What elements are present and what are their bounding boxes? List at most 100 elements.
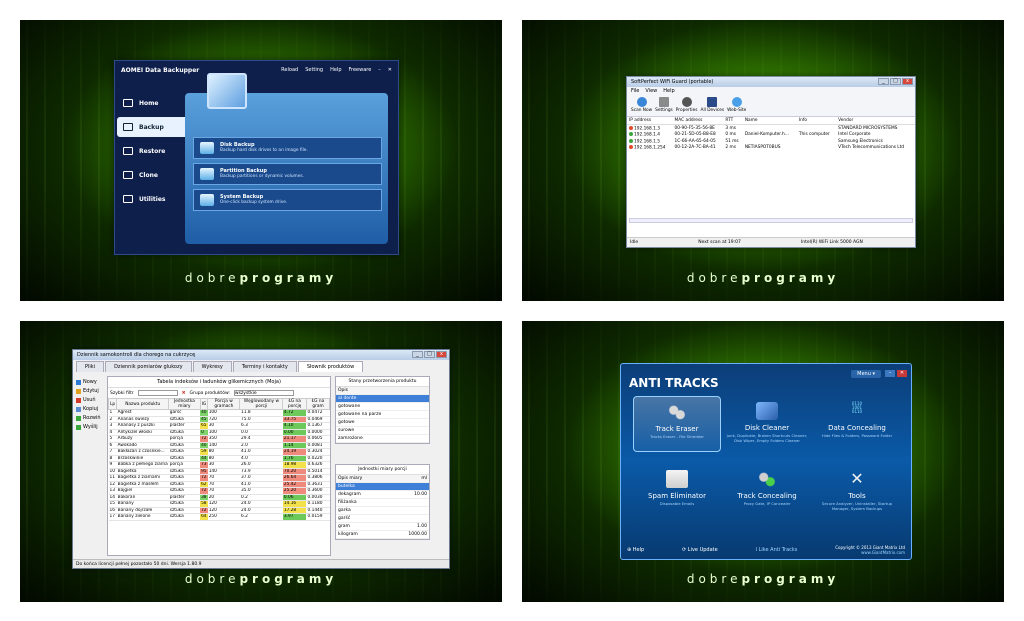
- list-item[interactable]: gotowane na parze: [336, 411, 429, 419]
- tile-track-concealing[interactable]: Track Concealing Proxy Gate, IP Concealer: [723, 470, 811, 506]
- tab-dziennik[interactable]: Dziennik pomiarów glukozy: [105, 361, 192, 372]
- help-button[interactable]: Help: [330, 67, 341, 73]
- list-item[interactable]: al dente: [336, 395, 429, 403]
- tile-spam-eliminator[interactable]: Spam Eliminator Disposable Emails: [633, 470, 721, 506]
- footer: ⊕ Help ⟳ Live Update I Like Anti Tracks …: [627, 545, 905, 555]
- minimize-button[interactable]: _: [878, 78, 889, 85]
- wrench-icon: ✕: [850, 469, 864, 488]
- menu-button[interactable]: Menu ▾: [851, 370, 881, 378]
- expand-button[interactable]: Rozwiń: [76, 415, 106, 421]
- new-button[interactable]: Nowy: [76, 379, 106, 385]
- like-link[interactable]: I Like Anti Tracks: [756, 547, 798, 553]
- send-icon: [76, 424, 81, 430]
- delete-icon: [76, 397, 81, 403]
- tab-strip: Pliki Dziennik pomiarów glukozy Wykresy …: [73, 360, 449, 372]
- close-button[interactable]: ✕: [897, 370, 907, 377]
- nav-restore[interactable]: Restore: [123, 147, 165, 155]
- device-row[interactable]: 192.168.1.3 00-90-F5-35-56-8E 3 ms STANDARD…: [627, 125, 915, 132]
- right-panels: Stany przetworzenia produktu Opis al den…: [335, 376, 430, 544]
- live-update-link[interactable]: ⟳ Live Update: [682, 547, 718, 553]
- disk-backup-option[interactable]: Disk Backup Backup hard disk drives to an…: [193, 137, 382, 159]
- send-button[interactable]: Wyślij: [76, 424, 106, 430]
- quick-filter-input[interactable]: [137, 390, 178, 396]
- website-button[interactable]: Web-Site: [727, 97, 746, 114]
- nav-utilities[interactable]: Utilities: [123, 195, 165, 203]
- list-item[interactable]: zamrożone: [336, 435, 429, 443]
- system-icon: [200, 194, 214, 206]
- list-item[interactable]: gotowane: [336, 403, 429, 411]
- close-button[interactable]: x: [902, 78, 913, 85]
- help-link[interactable]: ⊕ Help: [627, 547, 644, 553]
- aomei-toolbar: Reload Setting Help Freeware – ✕: [281, 67, 392, 73]
- backup-content: Disk Backup Backup hard disk drives to an…: [185, 73, 388, 244]
- minimize-button[interactable]: _: [412, 351, 423, 358]
- panel-glucose-diary: Dziennik samokontroli dla chorego na cuk…: [20, 321, 502, 602]
- edit-button[interactable]: Edytuj: [76, 388, 106, 394]
- panel-wifi-guard: SoftPerfect WiFi Guard (portable) _ □ x Fi…: [522, 20, 1004, 301]
- clone-icon: [123, 171, 133, 179]
- list-item[interactable]: garka: [336, 507, 429, 515]
- horizontal-scrollbar[interactable]: [629, 218, 913, 223]
- maximize-button[interactable]: □: [424, 351, 435, 358]
- list-item[interactable]: gram 1.00: [336, 523, 429, 531]
- wifi-guard-window: SoftPerfect WiFi Guard (portable) _ □ x Fi…: [626, 76, 916, 248]
- freeware-button[interactable]: Freeware: [349, 67, 372, 73]
- brand-logo: dobreprogramy: [184, 572, 338, 586]
- close-button[interactable]: ✕: [388, 67, 392, 73]
- close-button[interactable]: x: [436, 351, 447, 358]
- clear-filter-icon[interactable]: ✖: [182, 391, 186, 396]
- table-row[interactable]: 17 Banany zielone sztuka 64 250 6.2 3.97 0.0159: [108, 513, 330, 521]
- nav-home[interactable]: Home: [123, 99, 158, 107]
- delete-button[interactable]: Usuń: [76, 397, 106, 403]
- panel-aomei: AOMEI Data Backupper Reload Setting Help…: [20, 20, 502, 301]
- menu-file[interactable]: File: [631, 88, 639, 94]
- settings-button[interactable]: Settings: [655, 97, 673, 114]
- system-backup-option[interactable]: System Backup One-click backup system dri…: [193, 189, 382, 211]
- properties-icon: [681, 97, 692, 107]
- maximize-button[interactable]: □: [890, 78, 901, 85]
- all-devices-button[interactable]: All Devices: [701, 97, 724, 114]
- menu-view[interactable]: View: [645, 88, 657, 94]
- list-item[interactable]: kilogram 1000.00: [336, 531, 429, 539]
- prep-states-box: Stany przetworzenia produktu Opis al den…: [335, 376, 430, 444]
- scan-now-button[interactable]: Scan Now: [631, 97, 652, 114]
- screenshot-collage: AOMEI Data Backupper Reload Setting Help…: [0, 0, 1024, 621]
- reload-button[interactable]: Reload: [281, 67, 298, 73]
- tab-pliki[interactable]: Pliki: [76, 361, 105, 372]
- list-item[interactable]: gotowe: [336, 419, 429, 427]
- aomei-window: AOMEI Data Backupper Reload Setting Help…: [114, 60, 399, 255]
- list-item[interactable]: filiżanka: [336, 499, 429, 507]
- tab-wykresy[interactable]: Wykresy: [192, 361, 232, 372]
- brand-logo: dobreprogramy: [686, 271, 840, 285]
- nav-backup[interactable]: Backup: [117, 117, 185, 137]
- gi-table-panel: Tabela indeksów i ładunków glikemicznych…: [107, 376, 331, 556]
- tab-slownik[interactable]: Słownik produktów: [297, 361, 364, 372]
- tile-tools[interactable]: ✕ Tools Secure Analyzer, Uninstaller, Sta…: [813, 469, 901, 512]
- tab-terminy[interactable]: Terminy i kontakty: [232, 361, 297, 372]
- setting-button[interactable]: Setting: [305, 67, 323, 73]
- list-item[interactable]: butelka: [336, 483, 429, 491]
- group-select[interactable]: wszystkie: [233, 390, 294, 396]
- minimize-button[interactable]: –: [885, 370, 895, 377]
- nav-clone[interactable]: Clone: [123, 171, 158, 179]
- home-icon: [123, 99, 133, 107]
- diary-window: Dziennik samokontroli dla chorego na cuk…: [72, 349, 450, 569]
- tile-track-eraser[interactable]: Track Eraser Tracks Eraser - File Shredde…: [633, 396, 721, 452]
- tile-data-concealing[interactable]: 0110 1001 0110 Data Concealing Hide Files &…: [813, 401, 901, 439]
- list-item[interactable]: garść: [336, 515, 429, 523]
- utilities-icon: [123, 195, 133, 203]
- binary-icon: 0110 1001 0110: [851, 401, 863, 414]
- menu-bar: File View Help: [627, 87, 915, 95]
- properties-button[interactable]: Properties: [676, 97, 698, 114]
- tile-disk-cleaner[interactable]: Disk Cleaner Junk, Duplicate, Broken Shor…: [723, 402, 811, 443]
- pencil-icon: [76, 388, 81, 394]
- menu-help[interactable]: Help: [663, 88, 674, 94]
- list-item[interactable]: surowe: [336, 427, 429, 435]
- site-link[interactable]: www.GiantMatrix.com: [861, 550, 905, 555]
- partition-backup-option[interactable]: Partition Backup Backup partitions or dyn…: [193, 163, 382, 185]
- list-item[interactable]: dekagram 10.00: [336, 491, 429, 499]
- brand-logo: dobreprogramy: [184, 271, 338, 285]
- device-row[interactable]: 192.168.1.254 00-12-2A-7C-BA-41 2 ms NETIAS…: [627, 145, 915, 152]
- minimize-button[interactable]: –: [378, 67, 381, 73]
- copy-button[interactable]: Kopiuj: [76, 406, 106, 412]
